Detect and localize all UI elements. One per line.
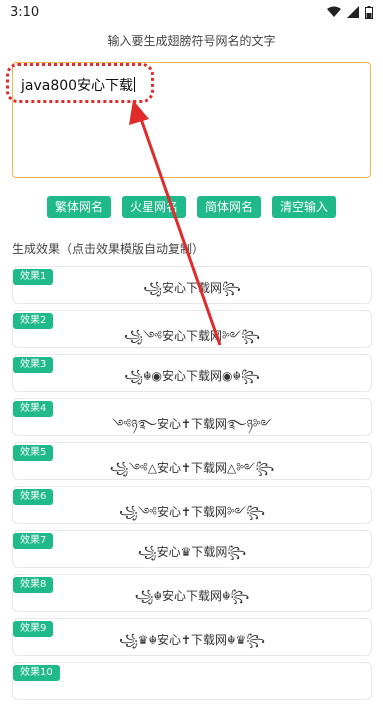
result-row[interactable]: 效果10 bbox=[12, 662, 372, 700]
result-row[interactable]: 效果6 ꧁༺安心✝下载网༻꧂ bbox=[12, 486, 372, 524]
result-row[interactable]: 效果5 ꧁༺△安心✝下载网△༻꧂ bbox=[12, 442, 372, 480]
result-row[interactable]: 效果9 ꧁♛☬安心✝下载网☬♛꧂ bbox=[12, 618, 372, 656]
result-text: ꧁༺安心✝下载网༻꧂ bbox=[119, 505, 265, 519]
result-row[interactable]: 效果8 ꧁☬安心下载网☬꧂ bbox=[12, 574, 372, 612]
martian-name-button[interactable]: 火星网名 bbox=[121, 196, 186, 218]
input-highlight-annotation bbox=[6, 63, 154, 103]
input-prompt: 输入要生成翅膀符号网名的文字 bbox=[107, 34, 276, 48]
results-list: 效果1 ꧁安心下载网꧂ 效果2 ꧁༺安心下载网༻꧂ 效果3 ꧁☬◉安心下载网◉☬… bbox=[12, 266, 372, 706]
clear-input-button[interactable]: 清空输入 bbox=[272, 196, 337, 218]
status-time: 3:10 bbox=[10, 4, 40, 20]
status-icons bbox=[327, 5, 373, 19]
button-row: 繁体网名 火星网名 简体网名 清空输入 bbox=[0, 196, 383, 218]
result-text: ꧁安心下载网꧂ bbox=[143, 281, 241, 295]
result-text: ꧁☬◉安心下载网◉☬꧂ bbox=[124, 369, 260, 383]
battery-icon bbox=[365, 5, 373, 19]
status-bar: 3:10 bbox=[0, 0, 383, 24]
result-row[interactable]: 效果3 ꧁☬◉安心下载网◉☬꧂ bbox=[12, 354, 372, 392]
result-text: ꧁༺△安心✝下载网△༻꧂ bbox=[109, 461, 275, 475]
result-text: ꧁☬安心下载网☬꧂ bbox=[134, 589, 250, 603]
signal-icon bbox=[347, 6, 359, 18]
result-text: ꧁༺安心下载网༻꧂ bbox=[124, 329, 260, 343]
simplified-name-button[interactable]: 简体网名 bbox=[197, 196, 262, 218]
result-row[interactable]: 效果7 ꧁安心♛下载网꧂ bbox=[12, 530, 372, 568]
results-title: 生成效果（点击效果模版自动复制） bbox=[12, 242, 205, 256]
result-text: ꧁安心♛下载网꧂ bbox=[137, 545, 247, 559]
result-row[interactable]: 效果1 ꧁安心下载网꧂ bbox=[12, 266, 372, 304]
result-row[interactable]: 效果2 ꧁༺安心下载网༻꧂ bbox=[12, 310, 372, 348]
result-text: ༺ཉ࿐安心✝下载网࿐ཉ༻ bbox=[111, 417, 273, 431]
wifi-icon bbox=[327, 6, 341, 17]
result-row[interactable]: 效果4 ༺ཉ࿐安心✝下载网࿐ཉ༻ bbox=[12, 398, 372, 436]
traditional-name-button[interactable]: 繁体网名 bbox=[46, 196, 111, 218]
result-text: ꧁♛☬安心✝下载网☬♛꧂ bbox=[118, 633, 266, 647]
result-tag: 效果10 bbox=[13, 665, 60, 681]
